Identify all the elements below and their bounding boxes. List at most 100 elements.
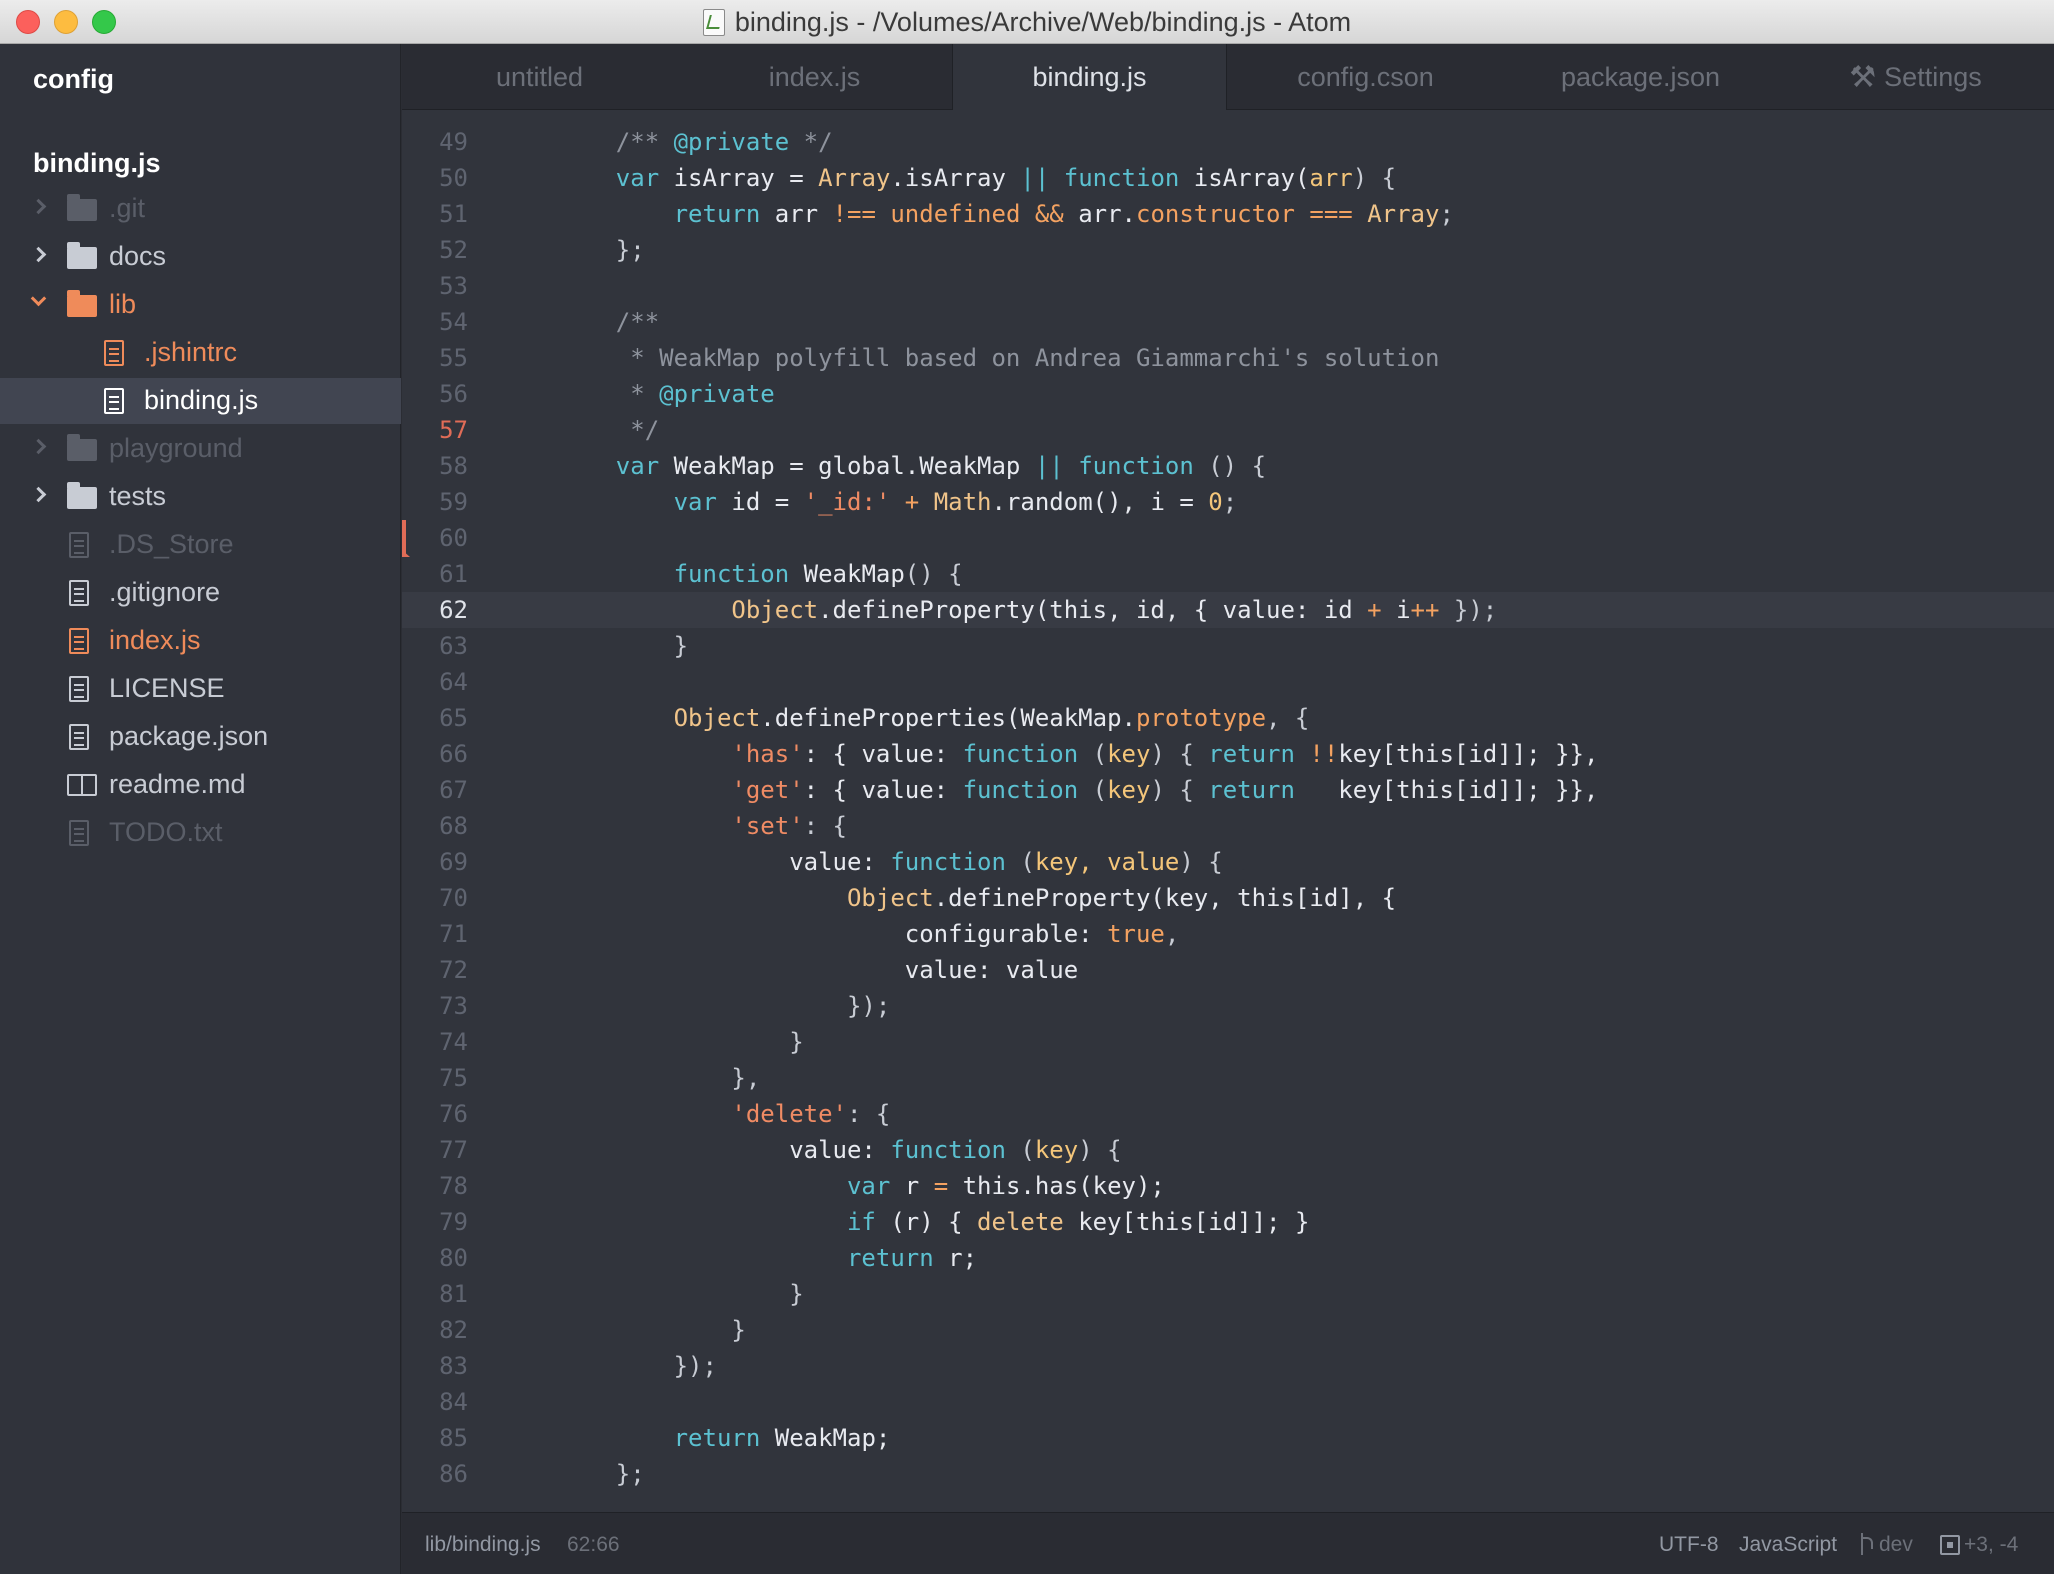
code-line[interactable]: 53 — [402, 268, 2054, 304]
chevron-right-icon[interactable] — [30, 486, 47, 503]
tree-item-readme-md[interactable]: readme.md — [0, 762, 401, 808]
folder-icon — [67, 242, 97, 269]
line-number: 85 — [439, 1424, 468, 1452]
code-line[interactable]: 56 * @private — [402, 376, 2054, 412]
code-line[interactable]: 52 }; — [402, 232, 2054, 268]
line-number: 59 — [439, 488, 468, 516]
line-number: 75 — [439, 1064, 468, 1092]
tab-binding-js[interactable]: binding.js — [952, 44, 1227, 111]
code-line[interactable]: 68 'set': { — [402, 808, 2054, 844]
line-code: Object.defineProperties(WeakMap.prototyp… — [673, 704, 1310, 732]
tree-item-tests[interactable]: tests — [0, 474, 401, 520]
code-line[interactable]: 66 'has': { value: function (key) { retu… — [402, 736, 2054, 772]
code-line[interactable]: 79 if (r) { delete key[this[id]]; } — [402, 1204, 2054, 1240]
code-line[interactable]: 65 Object.defineProperties(WeakMap.proto… — [402, 700, 2054, 736]
code-line[interactable]: 58 var WeakMap = global.WeakMap || funct… — [402, 448, 2054, 484]
code-line[interactable]: 86 }; — [402, 1456, 2054, 1492]
code-line[interactable]: 75 }, — [402, 1060, 2054, 1096]
status-diff[interactable]: +3, -4 — [1940, 1533, 2018, 1557]
line-code: }; — [615, 236, 645, 264]
tree-item-label: .jshintrc — [144, 337, 238, 367]
tree-item-label: TODO.txt — [109, 817, 223, 847]
code-line[interactable]: 49 /** @private */ — [402, 124, 2054, 160]
line-code: 'has': { value: function (key) { return … — [731, 740, 1599, 768]
code-editor[interactable]: 49 /** @private */50 var isArray = Array… — [402, 110, 2054, 1512]
chevron-right-icon[interactable] — [30, 246, 47, 263]
tree-item-index-js[interactable]: index.js — [0, 618, 401, 664]
project-root-label[interactable]: binding.js — [33, 148, 161, 179]
tree-item-gitignore[interactable]: .gitignore — [0, 570, 401, 616]
line-code: if (r) { delete key[this[id]]; } — [846, 1208, 1310, 1236]
tab-config-cson[interactable]: config.cson — [1228, 44, 1503, 110]
status-encoding[interactable]: UTF-8 — [1659, 1533, 1719, 1557]
chevron-down-icon[interactable] — [30, 290, 47, 307]
config-project-label[interactable]: config — [33, 64, 114, 95]
code-line[interactable]: 54 /** — [402, 304, 2054, 340]
partial-line-top — [402, 110, 2054, 116]
code-line[interactable]: 69 value: function (key, value) { — [402, 844, 2054, 880]
code-line[interactable]: 81 } — [402, 1276, 2054, 1312]
code-line[interactable]: 77 value: function (key) { — [402, 1132, 2054, 1168]
line-number: 49 — [439, 128, 468, 156]
folder-icon — [67, 482, 97, 509]
tree-item-lib[interactable]: lib — [0, 282, 401, 328]
tab-index-js[interactable]: index.js — [677, 44, 952, 110]
chevron-right-icon[interactable] — [30, 198, 47, 215]
tree-item-binding-js[interactable]: binding.js — [0, 378, 401, 424]
code-line[interactable]: 63 } — [402, 628, 2054, 664]
code-line[interactable]: 83 }); — [402, 1348, 2054, 1384]
code-line[interactable]: 59 var id = '_id:' + Math.random(), i = … — [402, 484, 2054, 520]
tab-untitled[interactable]: untitled — [402, 44, 677, 110]
tab-package-json[interactable]: package.json — [1503, 44, 1778, 110]
chevron-right-icon[interactable] — [30, 438, 47, 455]
code-line[interactable]: 55 * WeakMap polyfill based on Andrea Gi… — [402, 340, 2054, 376]
code-line[interactable]: 78 var r = this.has(key); — [402, 1168, 2054, 1204]
tab-settings[interactable]: ⚒ Settings — [1778, 44, 2053, 110]
tree-item-license[interactable]: LICENSE — [0, 666, 401, 712]
tree-item-label: lib — [109, 289, 137, 319]
status-file-path[interactable]: lib/binding.js — [425, 1533, 541, 1557]
line-code: return r; — [846, 1244, 978, 1272]
code-line[interactable]: 73 }); — [402, 988, 2054, 1024]
line-number: 73 — [439, 992, 468, 1020]
code-line[interactable]: 85 return WeakMap; — [402, 1420, 2054, 1456]
status-branch[interactable]: dev — [1859, 1533, 1913, 1557]
code-line[interactable]: 61 function WeakMap() { — [402, 556, 2054, 592]
tab-label: untitled — [495, 61, 584, 92]
status-cursor-position[interactable]: 62:66 — [567, 1533, 620, 1557]
code-line[interactable]: 50 var isArray = Array.isArray || functi… — [402, 160, 2054, 196]
code-line[interactable]: 62 Object.defineProperty(this, id, { val… — [402, 592, 2054, 628]
line-number: 68 — [439, 812, 468, 840]
tree-item-git[interactable]: .git — [0, 186, 401, 232]
tree-item-playground[interactable]: playground — [0, 426, 401, 472]
line-code: Object.defineProperty(key, this[id], { — [846, 884, 1397, 912]
tab-label: config.cson — [1297, 61, 1434, 92]
tree-item-ds-store[interactable]: .DS_Store — [0, 522, 401, 568]
line-code: value: function (key) { — [789, 1136, 1122, 1164]
line-number: 86 — [439, 1460, 468, 1488]
code-line[interactable]: 84 — [402, 1384, 2054, 1420]
line-code: var r = this.has(key); — [846, 1172, 1165, 1200]
code-line[interactable]: 76 'delete': { — [402, 1096, 2054, 1132]
code-line[interactable]: 72 value: value — [402, 952, 2054, 988]
line-code: }, — [731, 1064, 761, 1092]
code-line[interactable]: 51 return arr !== undefined && arr.const… — [402, 196, 2054, 232]
code-line[interactable]: 60 — [402, 520, 2054, 556]
file-text-icon — [69, 580, 89, 606]
code-line[interactable]: 57 */ — [402, 412, 2054, 448]
tree-item-package-json[interactable]: package.json — [0, 714, 401, 760]
tree-item-todo-txt[interactable]: TODO.txt — [0, 810, 401, 856]
status-grammar[interactable]: JavaScript — [1739, 1533, 1837, 1557]
code-line[interactable]: 80 return r; — [402, 1240, 2054, 1276]
code-line[interactable]: 67 'get': { value: function (key) { retu… — [402, 772, 2054, 808]
code-line[interactable]: 71 configurable: true, — [402, 916, 2054, 952]
code-line[interactable]: 64 — [402, 664, 2054, 700]
tree-item-jshintrc[interactable]: .jshintrc — [0, 330, 401, 376]
line-number: 67 — [439, 776, 468, 804]
code-line[interactable]: 70 Object.defineProperty(key, this[id], … — [402, 880, 2054, 916]
code-line[interactable]: 74 } — [402, 1024, 2054, 1060]
tree-item-docs[interactable]: docs — [0, 234, 401, 280]
line-number: 62 — [439, 596, 468, 624]
code-line[interactable]: 82 } — [402, 1312, 2054, 1348]
line-number: 52 — [439, 236, 468, 264]
